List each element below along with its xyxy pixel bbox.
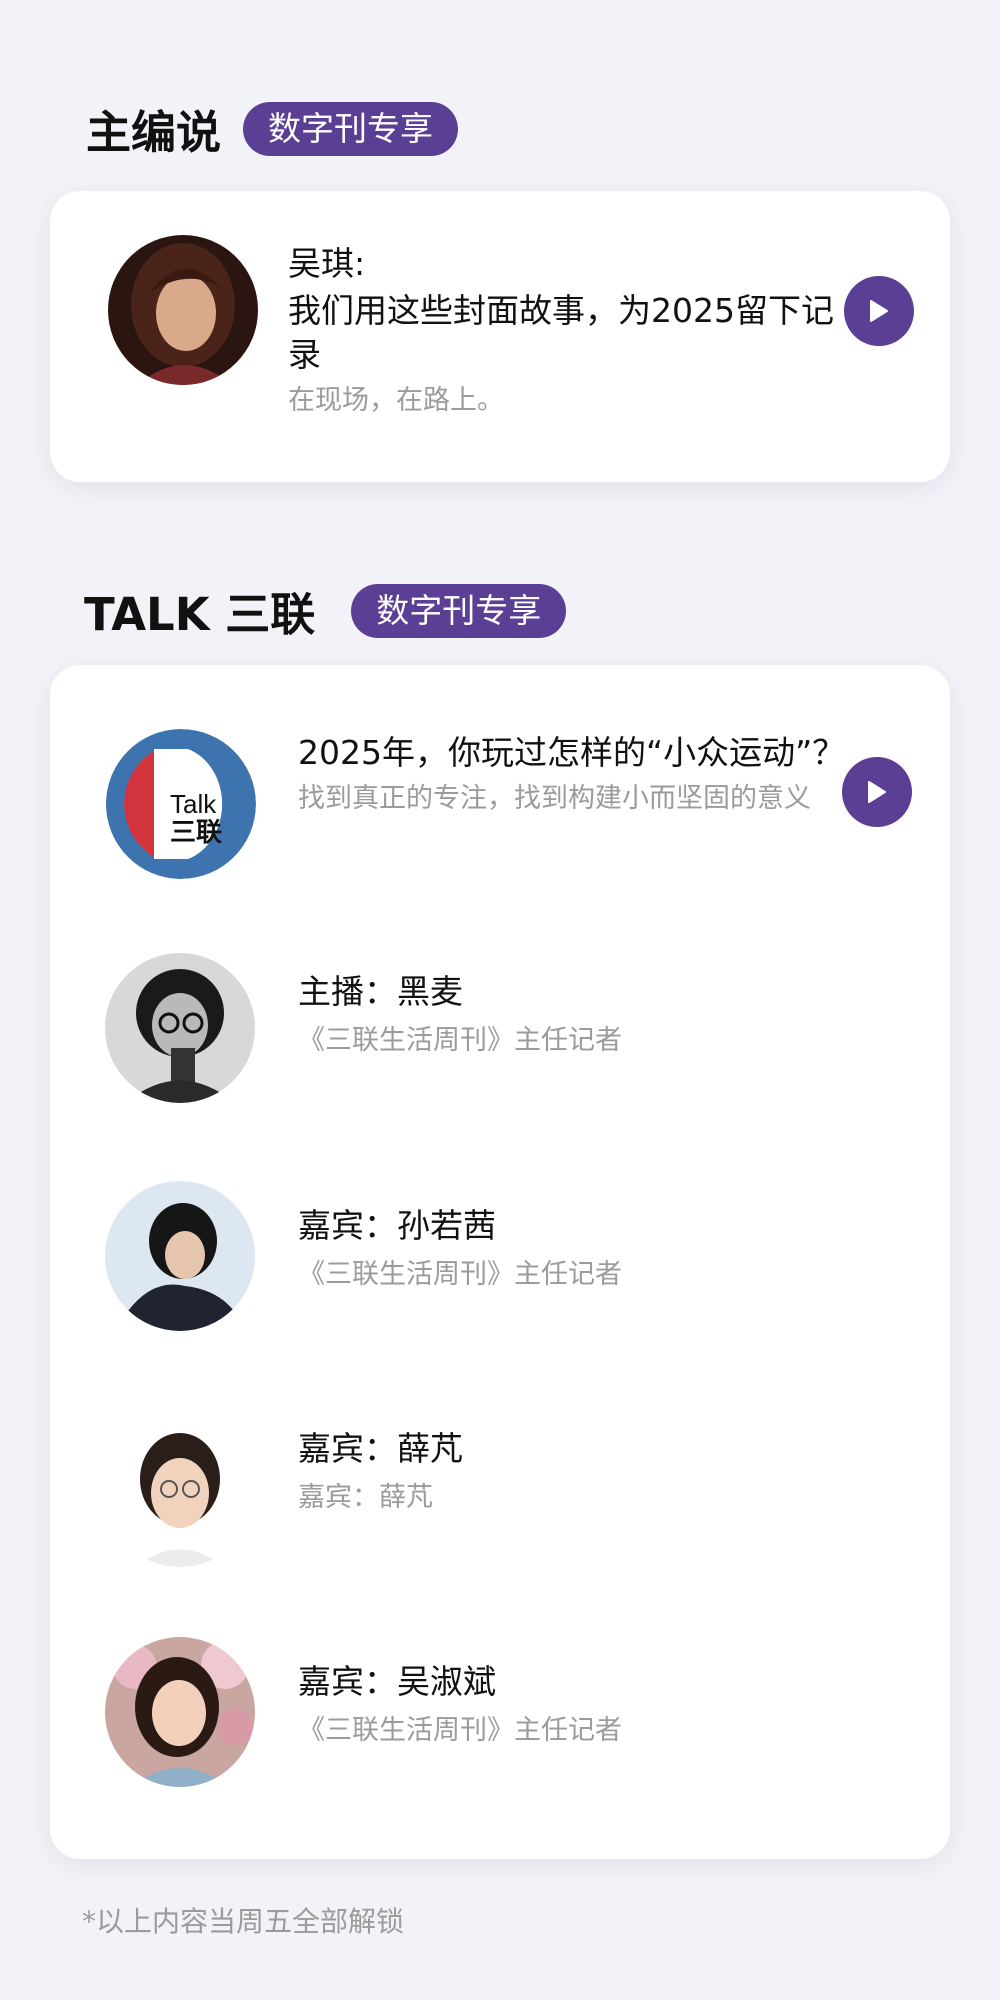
editor-name: 吴琪: [288, 244, 366, 283]
talk-card: Talk 三联 2025年，你玩过怎样的“小众运动”？ 找到真正的专注，找到构建… [50, 665, 950, 1859]
editor-subtitle: 在现场，在路上。 [288, 385, 504, 416]
host-text: 主播：黑麦 《三联生活周刊》主任记者 [298, 971, 622, 1063]
editor-avatar [108, 235, 258, 385]
talk-logo-text-top: Talk [170, 789, 217, 819]
episode-title: 2025年，你玩过怎样的“小众运动”？ [298, 733, 846, 772]
talk-section-badge: 数字刊专享 [351, 583, 567, 638]
play-icon [870, 300, 888, 322]
unlock-footnote: *以上内容当周五全部解锁 [82, 1905, 405, 1938]
guest-3-name: 嘉宾：吴淑斌 [298, 1662, 496, 1701]
talk-logo: Talk 三联 [106, 729, 256, 879]
talk-logo-text-bottom: 三联 [170, 818, 222, 848]
guest-1-name: 嘉宾：孙若茜 [298, 1206, 496, 1245]
guest-3-avatar [105, 1637, 255, 1787]
editor-section-header: 主编说 数字刊专享 [86, 96, 459, 161]
talk-section-header: TALK 三联 数字刊专享 [84, 578, 567, 643]
play-icon [868, 781, 886, 803]
host-avatar [105, 953, 255, 1103]
guest-2-text: 嘉宾：薛芃 嘉宾：薛芃 [298, 1428, 463, 1520]
episode-play-button[interactable] [842, 757, 912, 827]
editor-play-button[interactable] [844, 276, 914, 346]
guest-1-avatar [105, 1181, 255, 1331]
guest-1-role: 《三联生活周刊》主任记者 [298, 1259, 622, 1290]
host-role: 《三联生活周刊》主任记者 [298, 1025, 622, 1056]
guest-2-avatar [105, 1417, 255, 1567]
episode-subtitle: 找到真正的专注，找到构建小而坚固的意义 [298, 783, 811, 814]
guest-3-text: 嘉宾：吴淑斌 《三联生活周刊》主任记者 [298, 1661, 622, 1753]
guest-2-name: 嘉宾：薛芃 [298, 1429, 463, 1468]
guest-3-role: 《三联生活周刊》主任记者 [298, 1715, 622, 1746]
episode-text: 2025年，你玩过怎样的“小众运动”？ 找到真正的专注，找到构建小而坚固的意义 [298, 731, 858, 821]
editor-card[interactable]: 吴琪: 我们用这些封面故事，为2025留下记录 在现场，在路上。 [50, 191, 950, 482]
editor-title: 我们用这些封面故事，为2025留下记录 [288, 291, 834, 374]
editor-section-badge: 数字刊专享 [243, 101, 459, 156]
guest-2-role: 嘉宾：薛芃 [298, 1482, 433, 1513]
editor-text: 吴琪: 我们用这些封面故事，为2025留下记录 在现场，在路上。 [288, 243, 848, 423]
guest-1-text: 嘉宾：孙若茜 《三联生活周刊》主任记者 [298, 1205, 622, 1297]
host-name: 主播：黑麦 [298, 972, 463, 1011]
editor-section-title: 主编说 [86, 106, 222, 159]
talk-section-title: TALK 三联 [84, 588, 316, 641]
